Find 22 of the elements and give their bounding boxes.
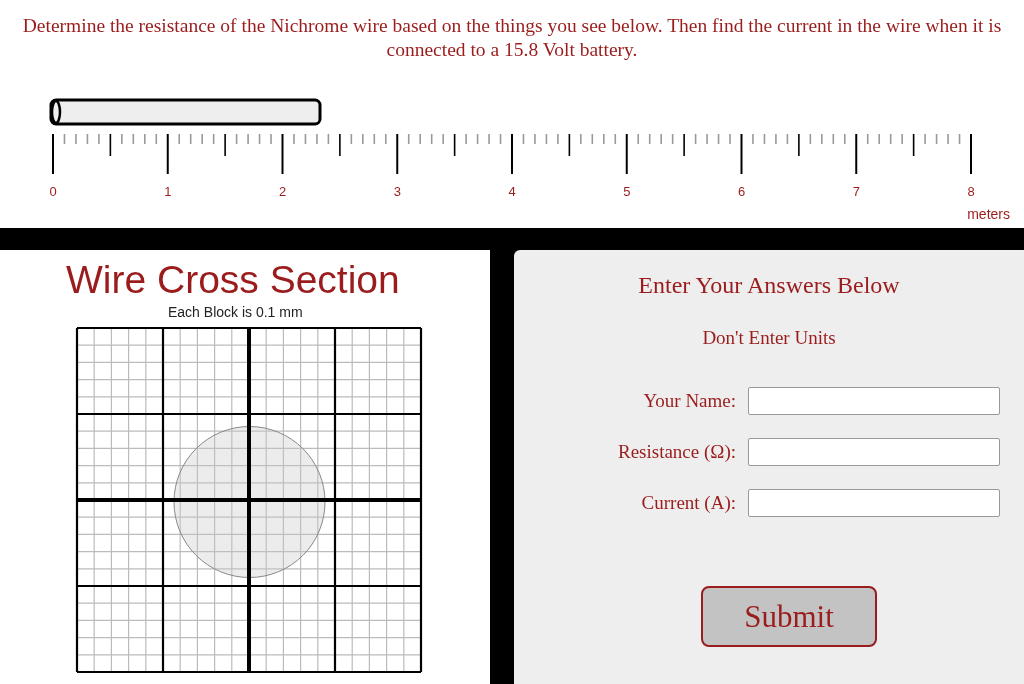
ruler-label: 2 [278,184,287,199]
ruler-label: 1 [164,184,172,199]
ruler-label: 4 [508,184,516,199]
cross-section-title: Wire Cross Section [66,258,400,302]
input-field[interactable] [748,387,1001,415]
cross-section-subtitle: Each Block is 0.1 mm [168,304,303,320]
field-label: Current (A): [640,492,737,514]
field-label: Your Name: [642,390,737,412]
ruler-unit: meters [967,206,1010,222]
units-note: Don't Enter Units [702,327,836,349]
ruler-label: 7 [852,184,860,199]
ruler-label: 3 [393,184,401,199]
answers-title: Enter Your Answers Below [638,272,900,299]
ruler-label: 0 [49,184,57,199]
field-label: Resistance (Ω): [617,441,737,463]
ruler-label: 8 [967,184,975,199]
input-field[interactable] [748,438,1001,466]
ruler-label: 5 [623,184,631,199]
instructions-text: Determine the resistance of the Nichrome wire based on the things you see below. Then find the current in the wire when it is connected to a 15.8 Volt battery. [21,14,1003,62]
input-field[interactable] [748,489,1001,517]
ruler-label: 6 [737,184,746,199]
submit-button[interactable]: Submit [701,586,877,647]
